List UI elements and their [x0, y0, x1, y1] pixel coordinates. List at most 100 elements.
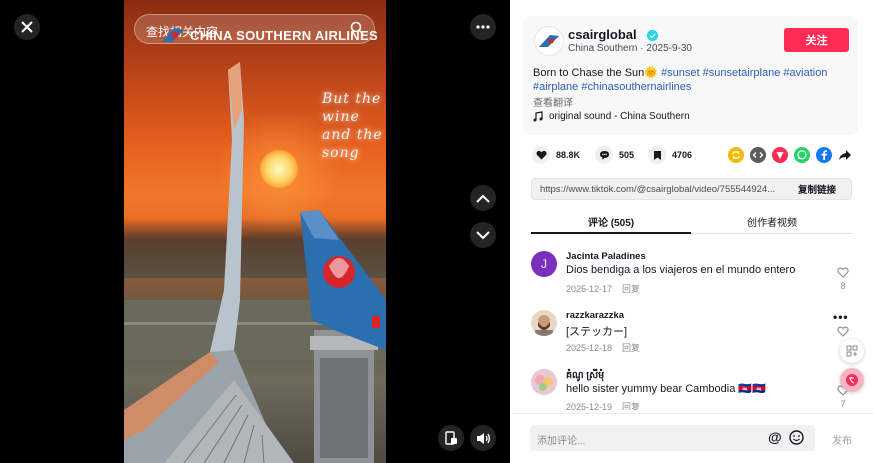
- like-count: 88.8K: [556, 150, 581, 160]
- commenter-avatar[interactable]: [531, 310, 557, 336]
- share-more-button[interactable]: [837, 147, 853, 163]
- comment-date: 2025-12-19: [566, 402, 613, 410]
- comment-button[interactable]: 505: [595, 146, 634, 164]
- detail-panel: csairglobal China Southern · 2025-9-30 关…: [510, 0, 873, 463]
- emoji-button[interactable]: [789, 430, 804, 450]
- video-player[interactable]: But the wine and the song: [124, 0, 386, 463]
- brand-text-overlay: CHINA SOUTHERN AIRLINES: [190, 28, 378, 43]
- music-link[interactable]: original sound - China Southern: [533, 111, 690, 122]
- see-translation-link[interactable]: 查看翻译: [533, 94, 573, 109]
- heart-icon: [532, 146, 550, 164]
- commenter-name[interactable]: គំណូ ស្រីមុំ: [566, 369, 604, 383]
- comment-input[interactable]: 添加评论... @: [530, 425, 815, 451]
- lyric-line-1: But the wine: [322, 91, 382, 125]
- comment-more-icon[interactable]: •••: [833, 310, 849, 324]
- bookmark-icon: [648, 146, 666, 164]
- comment-like-count: 8: [840, 281, 846, 291]
- video-viewer: But the wine and the song 查找相关内容 CHINA S…: [0, 0, 510, 463]
- post-description: Born to Chase the Sun🌞 #sunset #sunsetai…: [533, 66, 843, 94]
- follow-button[interactable]: 关注: [784, 28, 849, 52]
- comment-icon: [595, 146, 613, 164]
- facebook-share-button[interactable]: [816, 147, 832, 163]
- action-bar: 88.8K 505 4706: [532, 146, 862, 166]
- save-button[interactable]: 4706: [648, 146, 692, 164]
- grid-icon: [846, 345, 858, 357]
- creator-username[interactable]: csairglobal: [568, 27, 637, 42]
- tab-creator-videos[interactable]: 创作者视频: [747, 214, 797, 229]
- comment-list: J Jacinta Paladines Dios bendiga a los v…: [531, 245, 861, 410]
- save-count: 4706: [672, 150, 693, 160]
- share-arrow-icon: [839, 150, 851, 160]
- repost-icon: [728, 147, 744, 163]
- translate-icon: [846, 374, 858, 386]
- chevron-down-icon: [476, 230, 490, 239]
- clip-icon: [444, 431, 457, 445]
- next-video-button[interactable]: [470, 222, 496, 248]
- more-options-button[interactable]: [470, 14, 496, 40]
- whatsapp-icon: [794, 147, 810, 163]
- active-tab-indicator: [531, 232, 691, 234]
- commenter-avatar[interactable]: J: [531, 251, 557, 277]
- apps-float-button[interactable]: [840, 339, 864, 363]
- commenter-name[interactable]: razzkarazzka: [566, 310, 624, 321]
- tab-comments[interactable]: 评论 (505): [588, 214, 634, 229]
- embed-icon: [750, 147, 766, 163]
- comment-meta: 2025-12-17 回复: [566, 282, 640, 295]
- creator-subline: China Southern · 2025-9-30: [568, 43, 692, 54]
- comment-date: 2025-12-17: [566, 284, 613, 294]
- post-comment-button[interactable]: 发布: [832, 432, 852, 447]
- heart-outline-icon: [837, 267, 849, 278]
- like-button[interactable]: 88.8K: [532, 146, 580, 164]
- post-info-card: csairglobal China Southern · 2025-9-30 关…: [523, 16, 858, 135]
- description-text: Born to Chase the Sun: [533, 67, 645, 79]
- airplane-wing-image: [124, 62, 386, 463]
- whatsapp-share-button[interactable]: [794, 147, 810, 163]
- send-to-friends-button[interactable]: [772, 147, 788, 163]
- chevron-up-icon: [476, 194, 490, 203]
- airline-logo-icon: [539, 35, 559, 47]
- commenter-avatar[interactable]: [531, 369, 557, 395]
- translate-float-button[interactable]: [840, 368, 864, 392]
- panel-tabs: 评论 (505) 创作者视频: [531, 210, 852, 234]
- copy-link-button[interactable]: 复制链接: [783, 179, 851, 199]
- creator-avatar[interactable]: [534, 26, 564, 56]
- emoji-icon: [789, 430, 804, 445]
- volume-button[interactable]: [470, 425, 496, 451]
- comment-compose-bar: 添加评论... @ 发布: [510, 413, 873, 463]
- reply-button[interactable]: 回复: [622, 402, 640, 410]
- comment-meta: 2025-12-18 回复: [566, 341, 640, 354]
- mention-button[interactable]: @: [768, 429, 782, 445]
- comment-date: 2025-12-18: [566, 343, 613, 353]
- comment-count: 505: [619, 150, 635, 160]
- lyric-overlay: But the wine and the song: [322, 90, 386, 162]
- comment-meta: 2025-12-19 回复: [566, 400, 640, 410]
- facebook-icon: [816, 147, 832, 163]
- more-icon: [476, 25, 490, 29]
- reply-button[interactable]: 回复: [622, 343, 640, 353]
- embed-button[interactable]: [750, 147, 766, 163]
- volume-icon: [476, 432, 490, 444]
- commenter-name[interactable]: Jacinta Paladines: [566, 251, 646, 262]
- hashtag-link[interactable]: #airplane: [533, 81, 578, 93]
- music-note-icon: [533, 111, 543, 122]
- hashtag-link[interactable]: #sunsetairplane: [703, 67, 781, 79]
- picture-in-picture-button[interactable]: [438, 425, 464, 451]
- sun-emoji: 🌞: [644, 67, 658, 79]
- hashtag-link[interactable]: #aviation: [783, 67, 827, 79]
- music-label: original sound - China Southern: [549, 111, 690, 122]
- comment-text: hello sister yummy bear Cambodia 🇰🇭🇰🇭: [566, 383, 766, 395]
- comment-like-count: 7: [840, 399, 846, 409]
- video-url[interactable]: https://www.tiktok.com/@csairglobal/vide…: [540, 184, 790, 195]
- china-southern-logo: [160, 26, 186, 49]
- lyric-line-2: and the song: [322, 127, 383, 161]
- hashtag-link[interactable]: #sunset: [661, 67, 700, 79]
- hashtag-link[interactable]: #chinasouthernairlines: [581, 81, 691, 93]
- previous-video-button[interactable]: [470, 185, 496, 211]
- send-icon: [772, 147, 788, 163]
- reply-button[interactable]: 回复: [622, 284, 640, 294]
- video-link-box: https://www.tiktok.com/@csairglobal/vide…: [531, 178, 852, 200]
- heart-outline-icon: [837, 326, 849, 337]
- repost-button[interactable]: [728, 147, 744, 163]
- close-button[interactable]: [14, 14, 40, 40]
- comment-input-placeholder: 添加评论...: [537, 436, 586, 447]
